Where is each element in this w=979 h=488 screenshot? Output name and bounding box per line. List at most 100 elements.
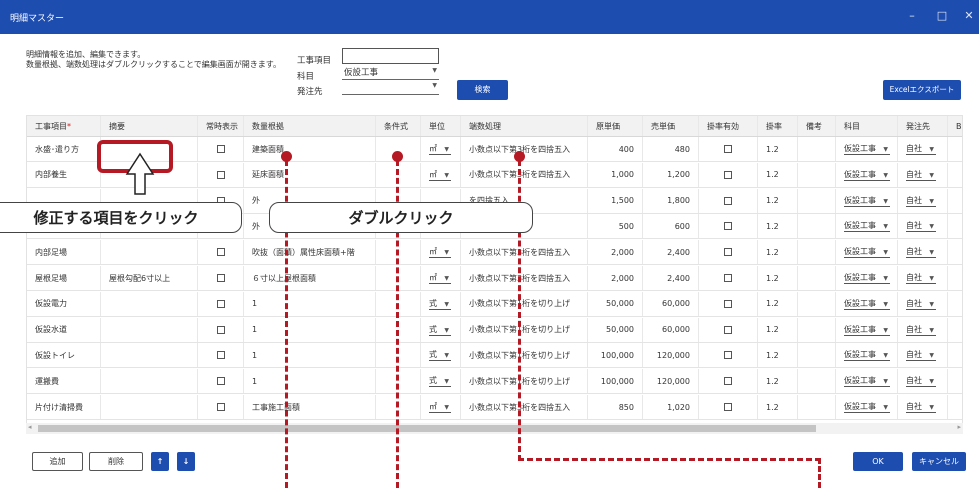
cell-note[interactable] <box>797 369 835 394</box>
cell-cost[interactable]: 100,000 <box>587 369 642 394</box>
cell-rate[interactable]: 1.2 <box>757 317 797 342</box>
cell-summary[interactable] <box>100 395 197 419</box>
cell-cost[interactable]: 100,000 <box>587 343 642 368</box>
column-header[interactable]: 摘要 <box>100 116 197 136</box>
cell-basis[interactable]: 1 <box>243 317 375 342</box>
column-header[interactable]: 常時表示 <box>197 116 243 136</box>
cell-always-show[interactable] <box>197 266 243 290</box>
vendor-select[interactable]: 自社 ▼ <box>906 143 936 155</box>
cell-note[interactable] <box>797 137 835 161</box>
cell-item[interactable]: 仮設電力 <box>27 292 100 316</box>
cell-rate[interactable]: 1.2 <box>757 137 797 161</box>
table-row[interactable]: 仮設電力 1 式 ▼ 小数点以下第1桁を切り上げ 50,000 60,000 1.2 仮設工事 ▼… <box>27 291 962 317</box>
cell-unit[interactable]: ㎡ ▼ <box>420 137 460 161</box>
cell-basis[interactable]: 建築面積 <box>243 137 375 161</box>
category-select[interactable]: 仮設工事 ▼ <box>844 272 890 284</box>
cell-note[interactable] <box>797 188 835 213</box>
checkbox[interactable] <box>724 403 732 411</box>
cell-item[interactable]: 水盛･遣り方 <box>27 137 100 161</box>
cell-summary[interactable] <box>100 317 197 342</box>
cell-price[interactable]: 60,000 <box>642 317 698 342</box>
cell-extra[interactable] <box>947 343 962 368</box>
cell-extra[interactable] <box>947 266 962 290</box>
cell-basis[interactable]: 工事施工面積 <box>243 395 375 419</box>
column-header[interactable]: 掛率有効 <box>698 116 757 136</box>
cell-summary[interactable] <box>100 240 197 265</box>
cell-always-show[interactable] <box>197 162 243 187</box>
cell-extra[interactable] <box>947 395 962 419</box>
cell-unit[interactable]: 式 ▼ <box>420 317 460 342</box>
column-header[interactable]: 発注先 <box>897 116 947 136</box>
cell-unit[interactable]: 式 ▼ <box>420 291 460 316</box>
cell-rate[interactable]: 1.2 <box>757 162 797 187</box>
checkbox[interactable] <box>724 170 732 179</box>
cell-item[interactable]: 屋根足場 <box>27 266 100 290</box>
cell-vendor[interactable]: 自社 ▼ <box>897 395 947 419</box>
cell-cost[interactable]: 50,000 <box>587 317 642 342</box>
checkbox[interactable] <box>216 299 225 308</box>
column-header[interactable]: 科目 <box>835 116 897 136</box>
cell-note[interactable] <box>797 317 835 342</box>
cell-always-show[interactable] <box>197 317 243 342</box>
cell-always-show[interactable] <box>197 137 243 161</box>
vendor-select[interactable]: 自社 ▼ <box>906 272 936 284</box>
cell-basis[interactable]: 1 <box>243 343 375 368</box>
cell-vendor[interactable]: 自社 ▼ <box>897 266 947 290</box>
vendor-select[interactable]: 自社 ▼ <box>906 401 936 413</box>
scroll-right-icon[interactable]: ▸ <box>957 423 961 431</box>
cell-extra[interactable] <box>947 162 962 187</box>
column-header[interactable]: 端数処理 <box>460 116 587 136</box>
table-row[interactable]: 運搬費 1 式 ▼ 小数点以下第1桁を切り上げ 100,000 120,000 1.2 仮設工事… <box>27 369 962 395</box>
cell-extra[interactable] <box>947 369 962 394</box>
cell-extra[interactable] <box>947 240 962 265</box>
cell-rate[interactable]: 1.2 <box>757 369 797 394</box>
checkbox[interactable] <box>216 377 225 386</box>
cell-price[interactable]: 120,000 <box>642 369 698 394</box>
vendor-select[interactable]: 自社 ▼ <box>906 375 936 388</box>
cell-vendor[interactable]: 自社 ▼ <box>897 240 947 265</box>
checkbox[interactable] <box>216 248 225 257</box>
unit-select[interactable]: ㎡ ▼ <box>429 246 451 259</box>
cell-extra[interactable] <box>947 137 962 161</box>
cell-vendor[interactable]: 自社 ▼ <box>897 343 947 368</box>
cell-rounding[interactable]: 小数点以下第1桁を切り上げ <box>460 343 587 368</box>
cell-cost[interactable]: 1,500 <box>587 188 642 213</box>
category-select[interactable]: 仮設工事 ▼ <box>844 298 890 310</box>
cell-extra[interactable] <box>947 188 962 213</box>
cell-cost[interactable]: 500 <box>587 214 642 239</box>
cell-unit[interactable]: ㎡ ▼ <box>420 266 460 290</box>
cell-basis[interactable]: 1 <box>243 291 375 316</box>
cell-item[interactable]: 内部足場 <box>27 240 100 264</box>
checkbox[interactable] <box>724 299 732 308</box>
cell-unit[interactable]: ㎡ ▼ <box>420 395 460 419</box>
cell-rounding[interactable]: 小数点以下第1桁を切り上げ <box>460 291 587 316</box>
ok-button[interactable]: OK <box>853 452 903 471</box>
cell-category[interactable]: 仮設工事 ▼ <box>835 214 897 239</box>
category-select[interactable]: 仮設工事 ▼ <box>844 349 890 362</box>
unit-select[interactable]: 式 ▼ <box>429 349 451 362</box>
cell-always-show[interactable] <box>197 395 243 419</box>
vendor-select[interactable]: 自社 ▼ <box>906 349 936 362</box>
cell-basis[interactable]: 吹抜（面積）属性床面積+階 <box>243 240 375 265</box>
cell-summary[interactable] <box>100 291 197 316</box>
cell-rate-enabled[interactable] <box>698 343 757 368</box>
cell-cost[interactable]: 1,000 <box>587 162 642 187</box>
cell-category[interactable]: 仮設工事 ▼ <box>835 137 897 161</box>
scrollbar-thumb[interactable] <box>38 425 816 432</box>
cell-unit[interactable]: 式 ▼ <box>420 369 460 394</box>
unit-select[interactable]: ㎡ ▼ <box>429 272 451 284</box>
checkbox[interactable] <box>216 351 225 360</box>
cell-item[interactable]: 仮設水道 <box>27 318 100 342</box>
cell-rate-enabled[interactable] <box>698 188 757 213</box>
checkbox[interactable] <box>216 145 225 153</box>
checkbox[interactable] <box>216 170 225 179</box>
cell-vendor[interactable]: 自社 ▼ <box>897 214 947 239</box>
column-header[interactable]: 売単価 <box>642 116 698 136</box>
cell-item[interactable]: 片付け清掃費 <box>27 395 100 419</box>
category-select[interactable]: 仮設工事 ▼ <box>342 66 439 80</box>
cell-basis[interactable]: ６寸以上屋根面積 <box>243 266 375 290</box>
table-row[interactable]: 内部足場 吹抜（面積）属性床面積+階 ㎡ ▼ 小数点以下第3桁を四捨五入 2,000 2,4… <box>27 240 962 266</box>
move-down-button[interactable]: ↓ <box>177 452 195 471</box>
cell-summary[interactable]: 屋根勾配6寸以上 <box>100 266 197 290</box>
cell-rate-enabled[interactable] <box>698 137 757 161</box>
